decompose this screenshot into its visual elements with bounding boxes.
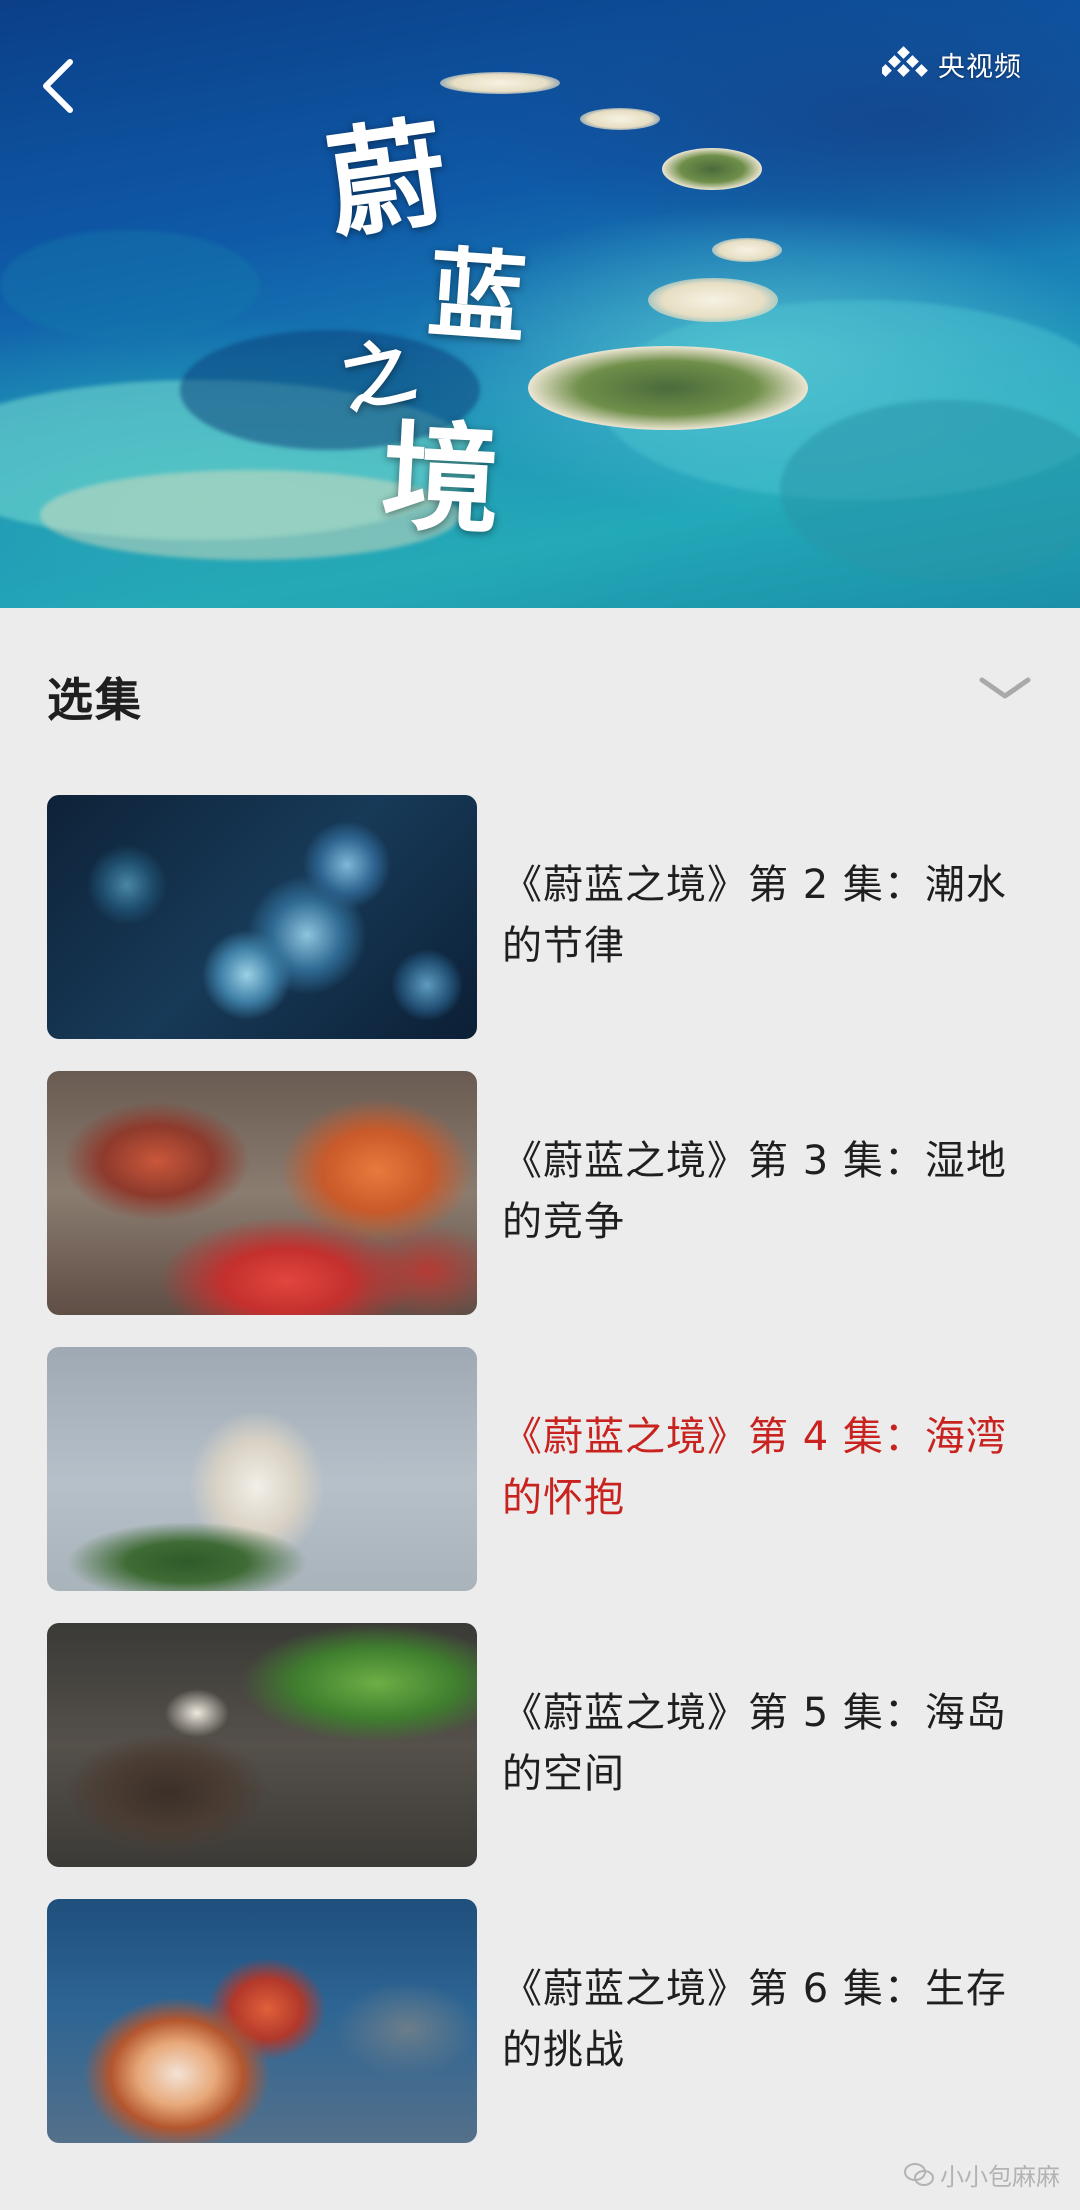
episode-item[interactable]: 《蔚蓝之境》第 3 集：湿地的竞争 <box>47 1071 1037 1315</box>
hero-cover-image: 央视频 蔚 蓝 之 境 <box>0 0 1080 608</box>
reef-pattern <box>780 400 1080 580</box>
island <box>440 72 560 94</box>
hero-title-char-2: 蓝 <box>424 235 530 358</box>
island <box>528 346 808 430</box>
island <box>712 238 782 262</box>
island <box>580 108 660 130</box>
episode-item-active[interactable]: 《蔚蓝之境》第 4 集：海湾的怀抱 <box>47 1347 1037 1591</box>
episode-title: 《蔚蓝之境》第 4 集：海湾的怀抱 <box>502 1414 1007 1521</box>
collapse-episodes-button[interactable] <box>970 658 1040 718</box>
episode-thumbnail <box>47 795 477 1039</box>
episode-thumbnail <box>47 1899 477 2143</box>
back-button[interactable] <box>30 50 90 120</box>
watermark-text: 小小包麻麻 <box>940 2163 1060 2191</box>
hero-title-char-4: 境 <box>378 406 504 551</box>
chevron-down-icon <box>979 677 1031 699</box>
episode-thumbnail <box>47 1347 477 1591</box>
episode-thumbnail <box>47 1623 477 1867</box>
episode-item[interactable]: 《蔚蓝之境》第 6 集：生存的挑战 <box>47 1899 1037 2143</box>
reef-pattern <box>0 230 260 340</box>
brand-badge: 央视频 <box>882 44 1022 84</box>
wechat-icon <box>904 2162 934 2186</box>
episode-title: 《蔚蓝之境》第 2 集：潮水的节律 <box>502 862 1007 969</box>
island <box>648 278 778 322</box>
episode-title: 《蔚蓝之境》第 6 集：生存的挑战 <box>502 1966 1007 2073</box>
episode-thumbnail <box>47 1071 477 1315</box>
island <box>662 148 762 190</box>
hero-title-char-1: 蔚 <box>318 101 456 256</box>
chevron-left-icon <box>43 59 73 113</box>
hero-title-char-3: 之 <box>333 326 422 425</box>
watermark: 小小包麻麻 <box>904 2157 1060 2192</box>
yangshipin-logo-icon <box>882 46 928 77</box>
episodes-header: 选集 <box>0 608 1080 768</box>
episode-item[interactable]: 《蔚蓝之境》第 2 集：潮水的节律 <box>47 795 1037 1039</box>
episode-title: 《蔚蓝之境》第 3 集：湿地的竞争 <box>502 1138 1007 1245</box>
episode-title: 《蔚蓝之境》第 5 集：海岛的空间 <box>502 1690 1007 1797</box>
episodes-section-title: 选集 <box>47 673 143 727</box>
episode-item[interactable]: 《蔚蓝之境》第 5 集：海岛的空间 <box>47 1623 1037 1867</box>
brand-name: 央视频 <box>938 51 1022 83</box>
